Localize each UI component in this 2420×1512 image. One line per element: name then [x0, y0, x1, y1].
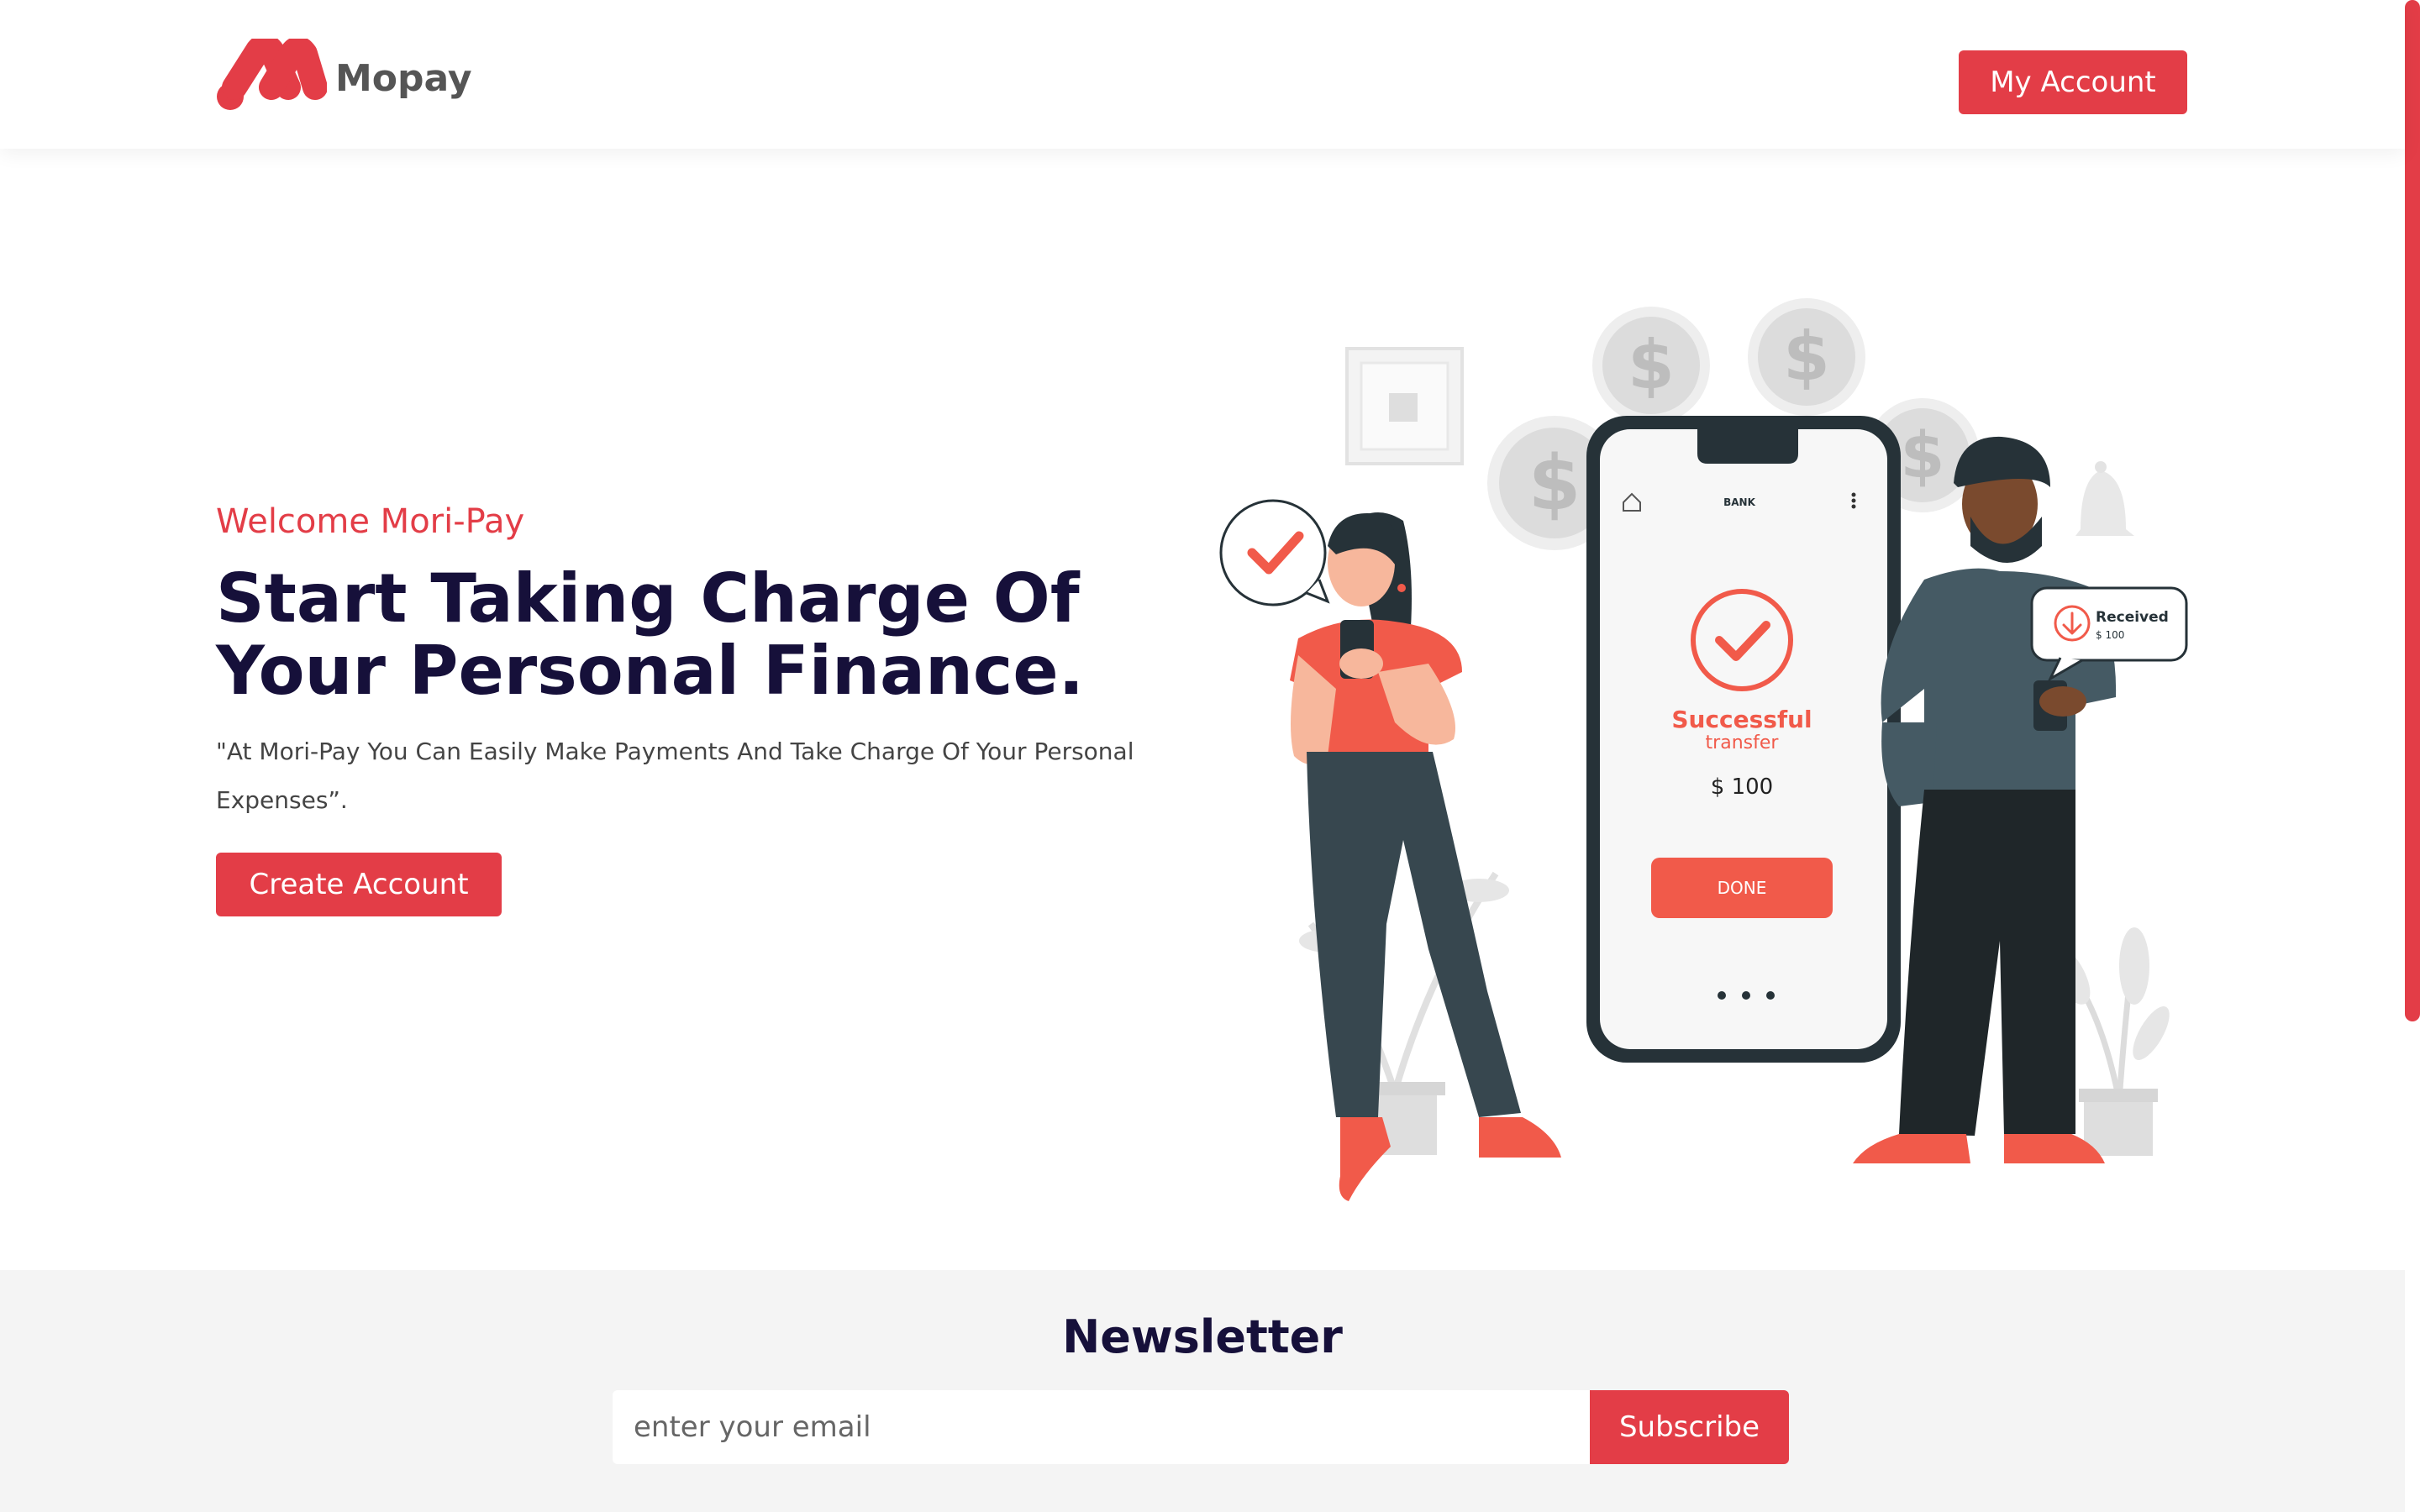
wall-frame — [1345, 347, 1464, 465]
scrollbar-thumb[interactable] — [2405, 0, 2420, 1021]
status-subtitle: transfer — [1706, 732, 1780, 753]
hero-illustration: $ $ $ $ BANK Successful transfer $ 100 D… — [1219, 298, 2188, 1201]
more-icon — [1851, 492, 1856, 509]
brand-logo[interactable]: Mopay — [216, 39, 472, 111]
navbar: Mopay My Account — [0, 0, 2405, 149]
received-label: Received — [2096, 609, 2169, 626]
coin-icon: $ — [1748, 298, 1865, 416]
subscribe-button[interactable]: Subscribe — [1590, 1390, 1789, 1464]
email-input[interactable] — [613, 1390, 1590, 1464]
svg-text:$: $ — [1528, 439, 1581, 528]
phone-header: BANK — [1723, 496, 1755, 508]
status-title: Successful — [1671, 706, 1812, 733]
phone-mockup: BANK Successful transfer $ 100 DONE — [1586, 416, 1901, 1063]
check-bubble — [1219, 499, 1330, 606]
received-amount: $ 100 — [2096, 629, 2124, 641]
brand-name: Mopay — [335, 57, 472, 100]
svg-text:$: $ — [1628, 326, 1675, 404]
create-account-button[interactable]: Create Account — [216, 853, 502, 916]
hero-description: "At Mori-Pay You Can Easily Make Payment… — [216, 738, 1134, 814]
hero-title: Start Taking Charge Of Your Personal Fin… — [216, 559, 1084, 710]
svg-text:$: $ — [1783, 318, 1830, 396]
transfer-amount: $ 100 — [1711, 774, 1773, 800]
logo-icon — [217, 39, 327, 110]
my-account-button[interactable]: My Account — [1959, 50, 2187, 114]
done-label: DONE — [1718, 878, 1767, 898]
svg-text:$: $ — [1901, 417, 1945, 492]
coin-icon: $ — [1592, 307, 1710, 424]
bell-icon — [2075, 461, 2134, 536]
hero-eyebrow: Welcome Mori-Pay — [216, 502, 525, 541]
page: Mopay My Account Welcome Mori-Pay Start … — [0, 0, 2420, 1512]
newsletter-title: Newsletter — [1062, 1310, 1343, 1363]
